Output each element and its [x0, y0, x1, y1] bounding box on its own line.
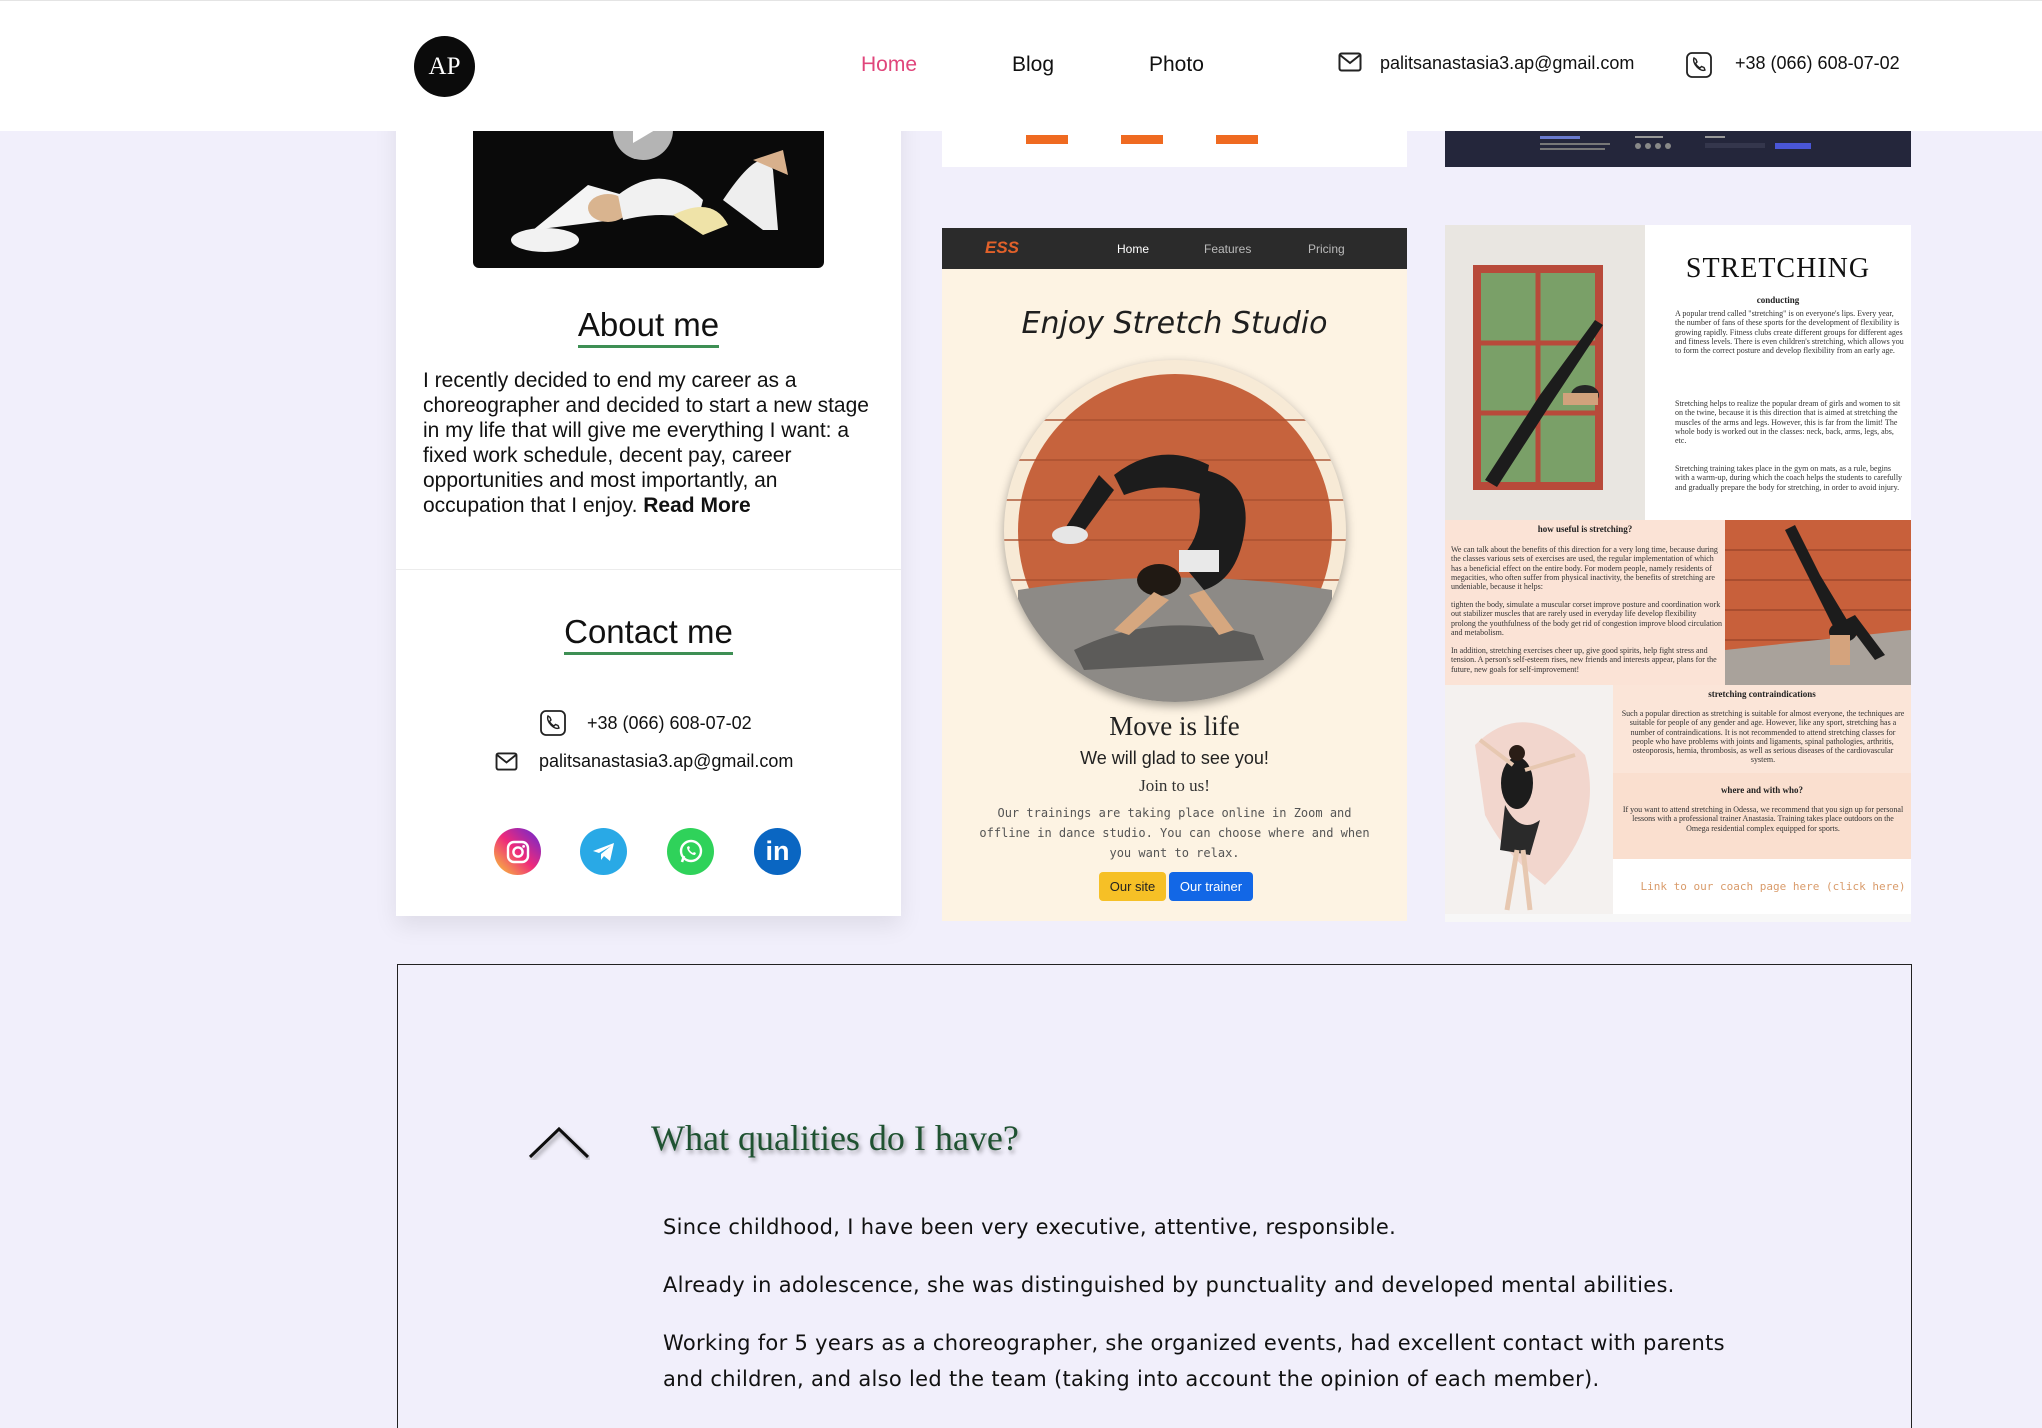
ess-glad-text: We will glad to see you!	[1080, 748, 1269, 768]
stretching-text: We can talk about the benefits of this d…	[1451, 545, 1718, 591]
project-tile-top-right[interactable]	[1445, 130, 1911, 167]
nav-photo[interactable]: Photo	[1149, 53, 1204, 77]
stretching-subtitle-contra: stretching contraindications	[1708, 689, 1816, 699]
stretching-photo-dancer	[1445, 685, 1613, 914]
qualities-paragraph: Working for 5 years as a choreographer, …	[663, 1331, 1725, 1391]
stretching-photo-window	[1445, 225, 1645, 520]
contact-phone: +38 (066) 608-07-02	[587, 712, 752, 733]
phone-icon	[1686, 52, 1712, 83]
stretching-text: A popular trend called "stretching" is o…	[1675, 309, 1904, 356]
header-phone[interactable]: +38 (066) 608-07-02	[1735, 53, 1900, 74]
mail-icon	[1338, 52, 1362, 77]
stretching-text: If you want to attend stretching in Odes…	[1622, 805, 1904, 833]
phone-icon	[540, 710, 566, 736]
whatsapp-icon[interactable]	[667, 828, 714, 875]
logo[interactable]: AP	[414, 36, 475, 97]
ess-nav-home: Home	[1117, 242, 1150, 256]
project-tile-stretching[interactable]: STRETCHING conducting A popular trend ca…	[1445, 225, 1911, 922]
ess-motto: Move is life	[1109, 711, 1240, 741]
stretching-subtitle-useful: how useful is stretching?	[1537, 524, 1633, 534]
tile-button	[1216, 135, 1258, 144]
qualities-section: What qualities do I have? Since childhoo…	[397, 964, 1912, 1428]
ess-logo: ESS	[985, 238, 1020, 257]
contact-phone-row[interactable]: +38 (066) 608-07-02	[540, 710, 752, 736]
about-title: About me	[396, 306, 901, 348]
ess-nav-pricing: Pricing	[1308, 242, 1345, 256]
site-header: AP Home Blog Photo palitsanastasia3.ap@g…	[0, 0, 2042, 131]
stretching-text: Such a popular direction as stretching i…	[1621, 709, 1905, 765]
stretching-subtitle-where: where and with who?	[1720, 785, 1804, 795]
contact-title: Contact me	[396, 613, 901, 655]
qualities-paragraph: Since childhood, I have been very execut…	[663, 1215, 1397, 1239]
stretching-text: tighten the body, simulate a muscular co…	[1451, 600, 1723, 637]
stretching-text: Stretching helps to realize the popular …	[1675, 399, 1901, 446]
ess-join-text: Join to us!	[1139, 776, 1210, 795]
stretching-subtitle-conducting: conducting	[1756, 295, 1800, 305]
divider	[396, 569, 901, 570]
mail-icon	[495, 752, 518, 771]
stretching-text: In addition, stretching exercises cheer …	[1451, 646, 1717, 674]
nav-home[interactable]: Home	[861, 53, 917, 77]
qualities-title[interactable]: What qualities do I have?	[651, 1117, 1019, 1159]
telegram-icon[interactable]	[580, 828, 627, 875]
linkedin-icon[interactable]: in	[754, 828, 801, 875]
qualities-paragraph: Already in adolescence, she was distingu…	[663, 1273, 1675, 1297]
ess-our-trainer-button[interactable]: Our trainer	[1169, 872, 1253, 901]
ess-nav-features: Features	[1204, 242, 1252, 256]
contact-email: palitsanastasia3.ap@gmail.com	[539, 751, 794, 771]
ess-our-site-button[interactable]: Our site	[1099, 872, 1166, 901]
tile-button	[1026, 135, 1068, 144]
stretching-title: STRETCHING	[1685, 253, 1871, 284]
project-tile-ess[interactable]: ESS Home Features Pricing Enjoy Stretch …	[942, 228, 1407, 921]
read-more-link[interactable]: Read More	[643, 494, 750, 517]
stretching-photo-wall	[1725, 520, 1911, 685]
ess-title: Enjoy Stretch Studio	[1021, 306, 1328, 341]
header-email[interactable]: palitsanastasia3.ap@gmail.com	[1380, 53, 1634, 74]
about-text: I recently decided to end my career as a…	[423, 369, 869, 517]
stretching-text: Stretching training takes place in the g…	[1675, 464, 1903, 492]
project-tile-top-left[interactable]	[942, 130, 1407, 167]
ess-hero-image	[1004, 360, 1346, 702]
ess-navbar: ESS Home Features Pricing	[942, 228, 1407, 269]
nav-blog[interactable]: Blog	[1012, 53, 1054, 77]
ess-description: Our trainings are taking place online in…	[979, 806, 1370, 860]
chevron-up-icon[interactable]	[528, 1125, 590, 1166]
profile-card: About me I recently decided to end my ca…	[396, 100, 901, 916]
contact-email-row[interactable]: palitsanastasia3.ap@gmail.com	[495, 751, 793, 772]
tile-button	[1121, 135, 1163, 144]
instagram-icon[interactable]	[494, 828, 541, 875]
footer-preview	[1540, 136, 1811, 150]
coach-page-link[interactable]: Link to our coach page here (click here)	[1635, 880, 1911, 893]
